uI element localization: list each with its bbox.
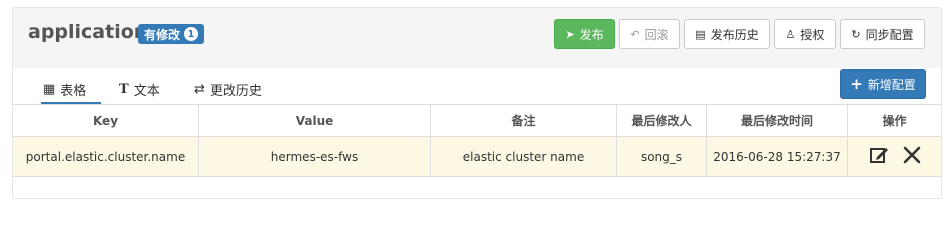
rollback-button-label: 回滚 [644,27,669,42]
plus-icon: + [850,75,863,93]
authorize-button-label: 授权 [800,27,825,42]
refresh-icon: ↻ [851,27,861,41]
column-header-comment: 备注 [431,105,617,136]
cell-key: portal.elastic.cluster.name [13,137,199,176]
publish-button-label: 发布 [579,27,604,42]
tab-table[interactable]: ▦ 表格 [41,76,101,105]
namespace-header: application 有修改 1 ➤ 发布 ↶ 回滚 ▤ 发布历史 ♙ 授权 … [13,8,941,68]
text-icon: T [119,81,129,97]
view-tabs: ▦ 表格 T 文本 ⇄ 更改历史 [13,76,941,105]
sync-config-button[interactable]: ↻ 同步配置 [840,19,925,49]
rollback-button[interactable]: ↶ 回滚 [619,19,680,49]
cell-comment: elastic cluster name [431,137,617,176]
column-header-value: Value [199,105,431,136]
edit-icon[interactable] [869,145,889,168]
cell-actions [848,137,941,176]
modified-badge: 有修改 1 [138,24,205,44]
add-config-button-label: 新增配置 [867,77,916,92]
authorize-button[interactable]: ♙ 授权 [774,19,836,49]
sync-config-button-label: 同步配置 [865,27,914,42]
publish-history-button[interactable]: ▤ 发布历史 [684,19,770,49]
document-icon: ▤ [695,27,706,41]
namespace-title: application [28,21,148,43]
modified-badge-label: 有修改 [144,27,181,42]
tab-change-history-label: 更改历史 [209,83,262,99]
user-icon: ♙ [785,27,796,41]
publish-button[interactable]: ➤ 发布 [554,19,615,49]
column-header-modified-time: 最后修改时间 [707,105,848,136]
send-icon: ➤ [565,27,575,41]
cell-value: hermes-es-fws [199,137,431,176]
config-table: Key Value 备注 最后修改人 最后修改时间 操作 portal.elas… [13,104,941,177]
namespace-panel: application 有修改 1 ➤ 发布 ↶ 回滚 ▤ 发布历史 ♙ 授权 … [12,7,942,199]
column-header-key: Key [13,105,199,136]
tab-change-history[interactable]: ⇄ 更改历史 [194,76,262,102]
table-row: portal.elastic.cluster.name hermes-es-fw… [13,137,941,177]
close-icon[interactable] [903,146,921,167]
cell-modified-time: 2016-06-28 15:27:37 [707,137,848,176]
tab-table-label: 表格 [60,83,87,99]
undo-icon: ↶ [630,27,640,41]
publish-history-button-label: 发布历史 [710,27,759,42]
cell-modifier: song_s [617,137,707,176]
add-config-button[interactable]: + 新增配置 [840,69,926,99]
tab-text-label: 文本 [133,83,160,99]
table-icon: ▦ [43,81,56,97]
swap-icon: ⇄ [194,81,205,97]
column-header-actions: 操作 [882,114,907,128]
tab-text[interactable]: T 文本 [119,76,160,102]
modified-count: 1 [184,27,199,41]
column-header-modifier: 最后修改人 [617,105,707,136]
table-header-row: Key Value 备注 最后修改人 最后修改时间 操作 [13,105,941,137]
